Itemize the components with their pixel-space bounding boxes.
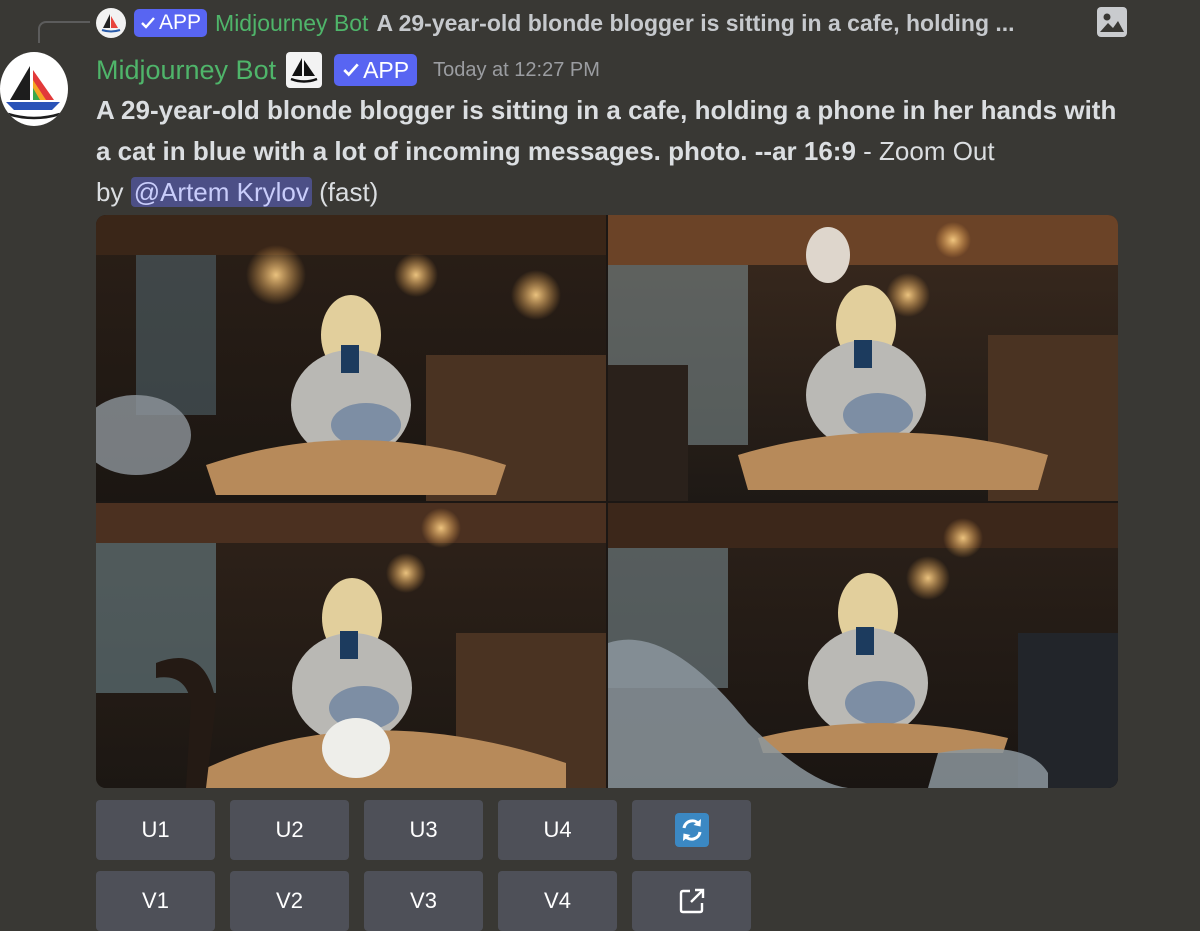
message-header: Midjourney Bot APP Today at 12:27 PM bbox=[96, 50, 600, 90]
cafe-photo bbox=[96, 215, 606, 501]
variation-button-1[interactable]: V1 bbox=[96, 871, 215, 931]
image-tile-4[interactable] bbox=[608, 503, 1118, 788]
action-suffix: - Zoom Out bbox=[855, 136, 995, 166]
user-mention[interactable]: @Artem Krylov bbox=[130, 177, 312, 207]
cafe-photo bbox=[608, 503, 1118, 788]
author-name[interactable]: Midjourney Bot bbox=[96, 55, 276, 86]
sailboat-icon bbox=[290, 58, 318, 83]
variation-button-4[interactable]: V4 bbox=[498, 871, 617, 931]
reply-preview[interactable]: APP Midjourney Bot A 29-year-old blonde … bbox=[96, 6, 1136, 40]
checkmark-icon bbox=[141, 17, 155, 29]
upscale-button-row: U1 U2 U3 U4 bbox=[96, 800, 751, 860]
timestamp[interactable]: Today at 12:27 PM bbox=[433, 59, 600, 82]
upscale-button-3[interactable]: U3 bbox=[364, 800, 483, 860]
avatar[interactable] bbox=[0, 52, 68, 126]
checkmark-icon bbox=[343, 63, 359, 77]
bot-logo-badge[interactable] bbox=[286, 52, 323, 88]
image-grid[interactable] bbox=[96, 215, 1118, 788]
reply-connector-line bbox=[38, 21, 90, 43]
message-content: A 29-year-old blonde blogger is sitting … bbox=[96, 90, 1126, 213]
app-badge-label: APP bbox=[159, 11, 202, 34]
cafe-photo bbox=[96, 503, 606, 788]
app-badge-label: APP bbox=[363, 56, 410, 83]
reply-avatar[interactable] bbox=[96, 8, 126, 38]
by-label: by bbox=[96, 177, 131, 207]
refresh-icon bbox=[674, 813, 709, 847]
image-tile-1[interactable] bbox=[96, 215, 606, 501]
external-link-icon bbox=[679, 888, 704, 914]
speed-mode: (fast) bbox=[311, 177, 379, 207]
reply-author[interactable]: Midjourney Bot bbox=[215, 10, 368, 37]
upscale-button-1[interactable]: U1 bbox=[96, 800, 215, 860]
reply-text[interactable]: A 29-year-old blonde blogger is sitting … bbox=[376, 10, 1136, 37]
reroll-button[interactable] bbox=[632, 800, 751, 860]
variation-button-2[interactable]: V2 bbox=[230, 871, 349, 931]
upscale-button-2[interactable]: U2 bbox=[230, 800, 349, 860]
app-badge: APP bbox=[134, 9, 208, 37]
variation-button-3[interactable]: V3 bbox=[364, 871, 483, 931]
upscale-button-4[interactable]: U4 bbox=[498, 800, 617, 860]
sailboat-icon bbox=[101, 14, 121, 33]
app-badge: APP bbox=[334, 54, 418, 86]
image-tile-3[interactable] bbox=[96, 503, 606, 788]
image-tile-2[interactable] bbox=[608, 215, 1118, 501]
web-link-button[interactable] bbox=[632, 871, 751, 931]
cafe-photo bbox=[608, 215, 1118, 501]
image-icon bbox=[1097, 7, 1127, 37]
sailboat-icon bbox=[6, 66, 61, 120]
variation-button-row: V1 V2 V3 V4 bbox=[96, 871, 751, 931]
